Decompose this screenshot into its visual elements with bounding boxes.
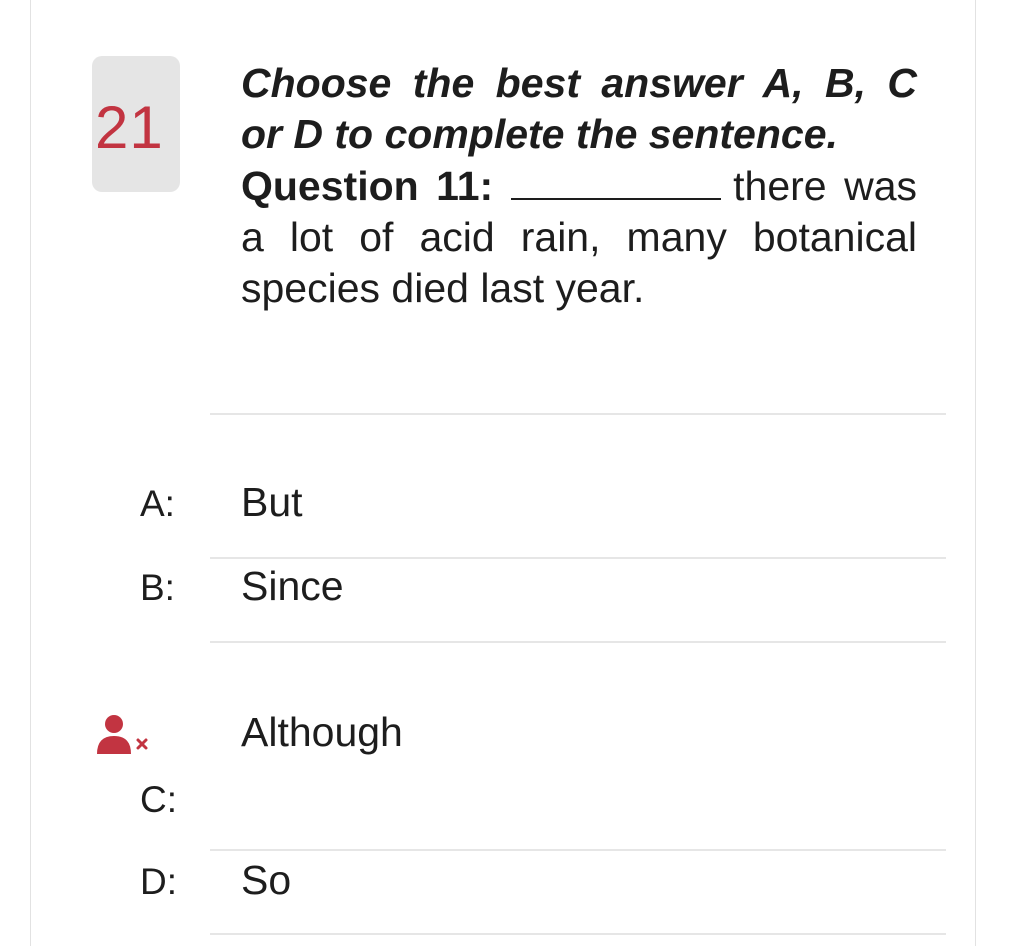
option-c-letter: C:: [140, 779, 177, 820]
question-card: 21 Choose the best answer A, B, C or D t…: [0, 0, 1024, 946]
instruction-text: Choose the best answer A, B, C or D to c…: [241, 58, 917, 160]
divider: [210, 849, 946, 851]
option-a-letter: A:: [140, 483, 175, 524]
question-label: Question 11:: [241, 163, 494, 209]
instruction-line-2: or D to complete the sentence.: [241, 111, 838, 157]
option-b-text[interactable]: Since: [241, 562, 344, 610]
divider: [210, 413, 946, 415]
option-b-letter: B:: [140, 567, 175, 608]
card-right-border: [975, 0, 976, 946]
option-d-letter: D:: [140, 861, 177, 902]
divider: [210, 933, 946, 935]
divider: [210, 557, 946, 559]
question-number: 21: [95, 94, 164, 161]
instruction-line-1: Choose the best answer A, B, C: [241, 60, 917, 106]
option-a-text[interactable]: But: [241, 478, 303, 526]
option-c-text[interactable]: Although: [241, 708, 403, 756]
user-wrong-icon: [97, 715, 148, 754]
card-left-border: [30, 0, 31, 946]
question-text: Question 11: there was a lot of acid rain…: [241, 161, 917, 314]
answer-blank: [511, 162, 722, 200]
divider: [210, 641, 946, 643]
option-d-text[interactable]: So: [241, 856, 291, 904]
